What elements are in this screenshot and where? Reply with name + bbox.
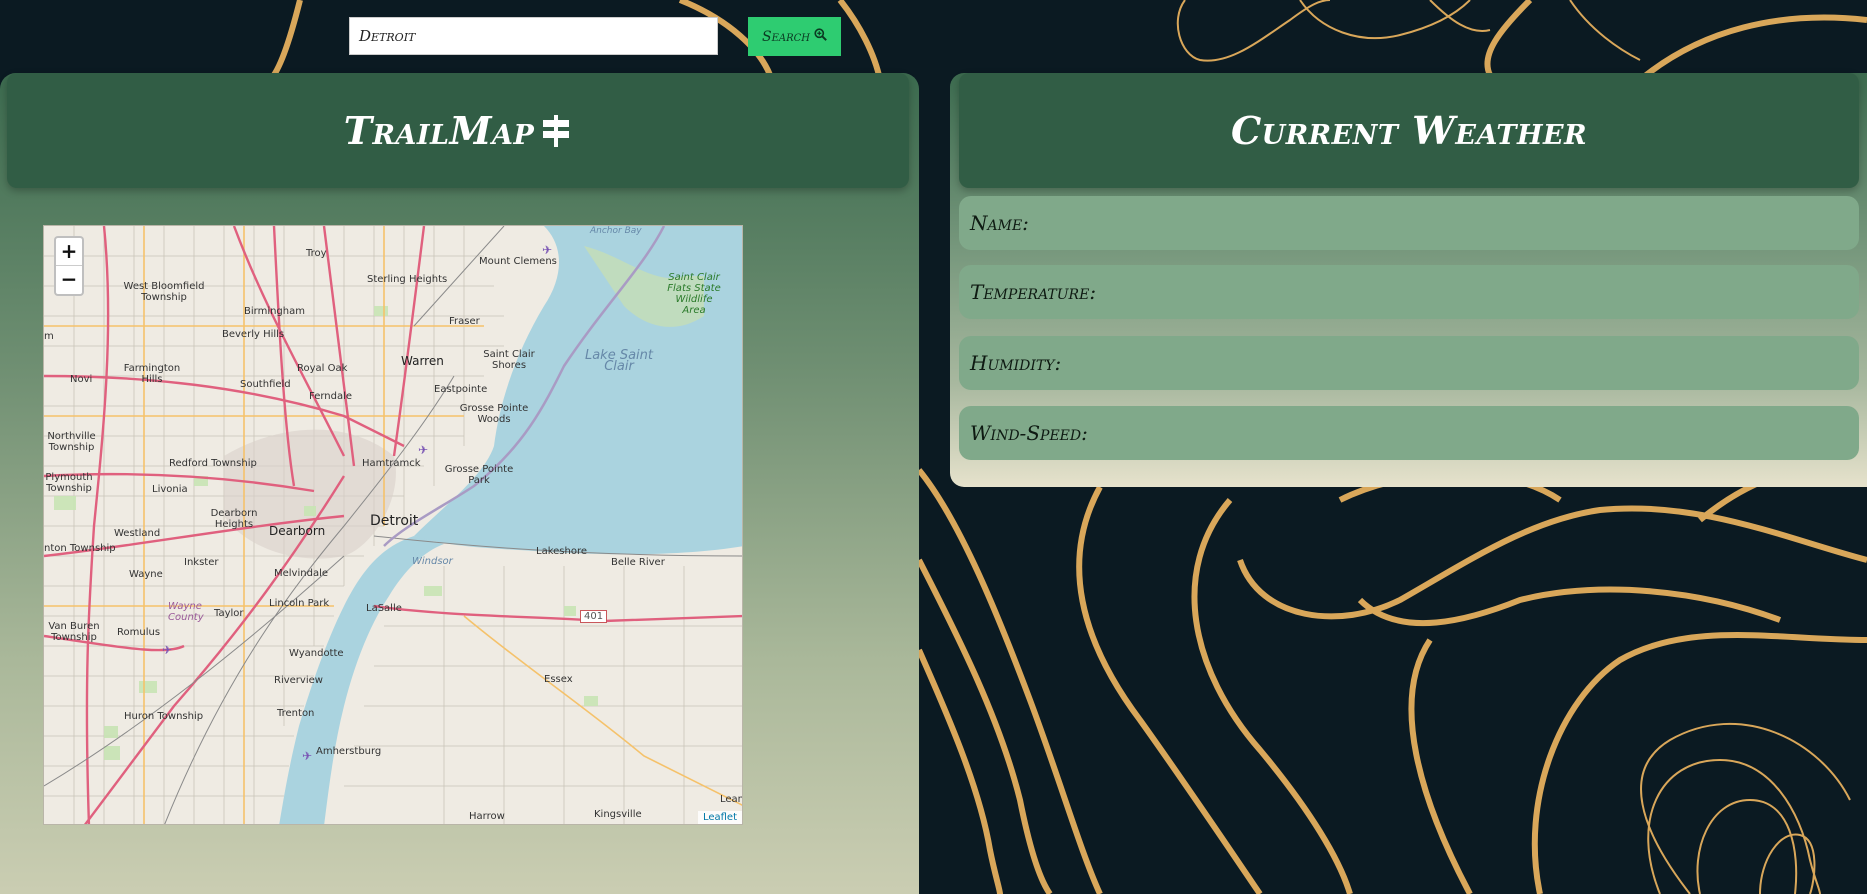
map-label-van-buren: Van Buren Township	[48, 621, 100, 643]
map-label-royal-oak: Royal Oak	[297, 363, 348, 374]
map-label-northville: Northville Township	[47, 431, 96, 453]
map-label-melvindale: Melvindale	[274, 568, 328, 579]
map-label-essex: Essex	[544, 674, 573, 685]
map-label-birmingham: Birmingham	[244, 306, 305, 317]
map-label-amherstburg: Amherstburg	[316, 746, 382, 757]
trail-map[interactable]: ✈ ✈ ✈ ✈ Troy Mount Clemens Anchor Bay West…	[43, 225, 743, 825]
map-label-livonia: Livonia	[152, 484, 188, 495]
weather-temperature-label: Temperature:	[970, 280, 1097, 304]
map-label-hwy-401: 401	[580, 610, 608, 623]
map-label-mount-clemens: Mount Clemens	[479, 256, 557, 267]
weather-wind-speed-row: Wind-Speed:	[959, 406, 1859, 460]
map-label-kingsville: Kingsville	[594, 809, 642, 820]
map-label-lake-saint-clair: Lake Saint Clair	[584, 348, 654, 374]
map-label-taylor: Taylor	[214, 608, 244, 619]
map-label-canton: nton Township	[44, 543, 116, 554]
map-label-detroit: Detroit	[370, 513, 419, 529]
current-weather-title: Current Weather	[1230, 108, 1588, 153]
map-label-redford: Redford Township	[169, 458, 257, 469]
svg-text:✈: ✈	[542, 243, 552, 257]
map-label-west-bloomfield: West Bloomfield Township	[123, 281, 205, 303]
trail-map-title: TrailMap	[343, 108, 535, 153]
svg-text:✈: ✈	[418, 443, 428, 457]
map-label-wyandotte: Wyandotte	[289, 648, 344, 659]
map-label-lasalle: LaSalle	[366, 603, 402, 614]
zoom-control: + −	[54, 236, 84, 296]
map-label-wayne: Wayne	[129, 569, 163, 580]
map-label-dearborn: Dearborn	[269, 524, 326, 538]
leaflet-attribution-link[interactable]: Leaflet	[697, 811, 742, 824]
zoom-in-button[interactable]: +	[56, 238, 82, 266]
current-weather-header: Current Weather	[959, 73, 1859, 188]
search-button[interactable]: Search	[748, 17, 841, 56]
map-label-novi: Novi	[70, 374, 93, 385]
map-label-sterling-heights: Sterling Heights	[367, 274, 448, 285]
map-label-warren: Warren	[401, 354, 444, 368]
map-label-dearborn-heights: Dearborn Heights	[210, 508, 258, 530]
map-label-plymouth: Plymouth Township	[45, 472, 93, 494]
map-label-m-edge: m	[44, 331, 54, 342]
map-label-huron: Huron Township	[124, 711, 204, 722]
map-label-saint-clair-flats: Saint Clair Flats State Wildlife Area	[667, 272, 721, 316]
map-label-wayne-county: Wayne County	[168, 601, 204, 623]
map-label-leamington: Leamington	[720, 794, 742, 805]
trail-map-header: TrailMap	[7, 73, 909, 188]
map-label-farmington-hills: Farmington Hills	[123, 363, 181, 385]
map-label-belle-river: Belle River	[611, 557, 665, 568]
map-label-riverview: Riverview	[274, 675, 323, 686]
map-label-windsor: Windsor	[412, 556, 453, 567]
map-label-beverly-hills: Beverly Hills	[222, 329, 285, 340]
map-label-anchor-bay: Anchor Bay	[590, 226, 642, 236]
current-weather-panel: Current Weather Name: Temperature: Humid…	[950, 73, 1867, 487]
map-label-romulus: Romulus	[117, 627, 161, 638]
magnifier-plus-icon	[814, 28, 827, 45]
map-label-fraser: Fraser	[449, 316, 480, 327]
zoom-out-button[interactable]: −	[56, 266, 82, 294]
map-label-ferndale: Ferndale	[309, 391, 353, 402]
map-label-grosse-pointe-woods: Grosse Pointe Woods	[459, 403, 529, 425]
search-button-label: Search	[761, 28, 810, 45]
map-label-troy: Troy	[306, 248, 327, 259]
signpost-icon	[540, 113, 572, 149]
map-label-southfield: Southfield	[240, 379, 291, 390]
weather-humidity-label: Humidity:	[970, 351, 1062, 375]
map-label-saint-clair-shores: Saint Clair Shores	[483, 349, 535, 371]
svg-text:✈: ✈	[162, 643, 172, 657]
city-search-input[interactable]: Detroit	[349, 17, 718, 55]
map-label-lakeshore: Lakeshore	[536, 546, 587, 557]
map-label-grosse-pointe-park: Grosse Pointe Park	[444, 464, 514, 486]
map-label-hamtramck: Hamtramck	[362, 458, 421, 469]
map-label-inkster: Inkster	[184, 557, 219, 568]
map-label-lincoln-park: Lincoln Park	[269, 598, 330, 609]
map-label-westland: Westland	[114, 528, 161, 539]
map-label-eastpointe: Eastpointe	[434, 384, 488, 395]
map-label-trenton: Trenton	[277, 708, 315, 719]
svg-text:✈: ✈	[302, 749, 312, 763]
weather-name-label: Name:	[970, 211, 1029, 235]
map-label-harrow: Harrow	[469, 811, 505, 822]
weather-humidity-row: Humidity:	[959, 336, 1859, 390]
weather-temperature-row: Temperature:	[959, 265, 1859, 319]
weather-name-row: Name:	[959, 196, 1859, 250]
weather-wind-speed-label: Wind-Speed:	[970, 421, 1088, 445]
